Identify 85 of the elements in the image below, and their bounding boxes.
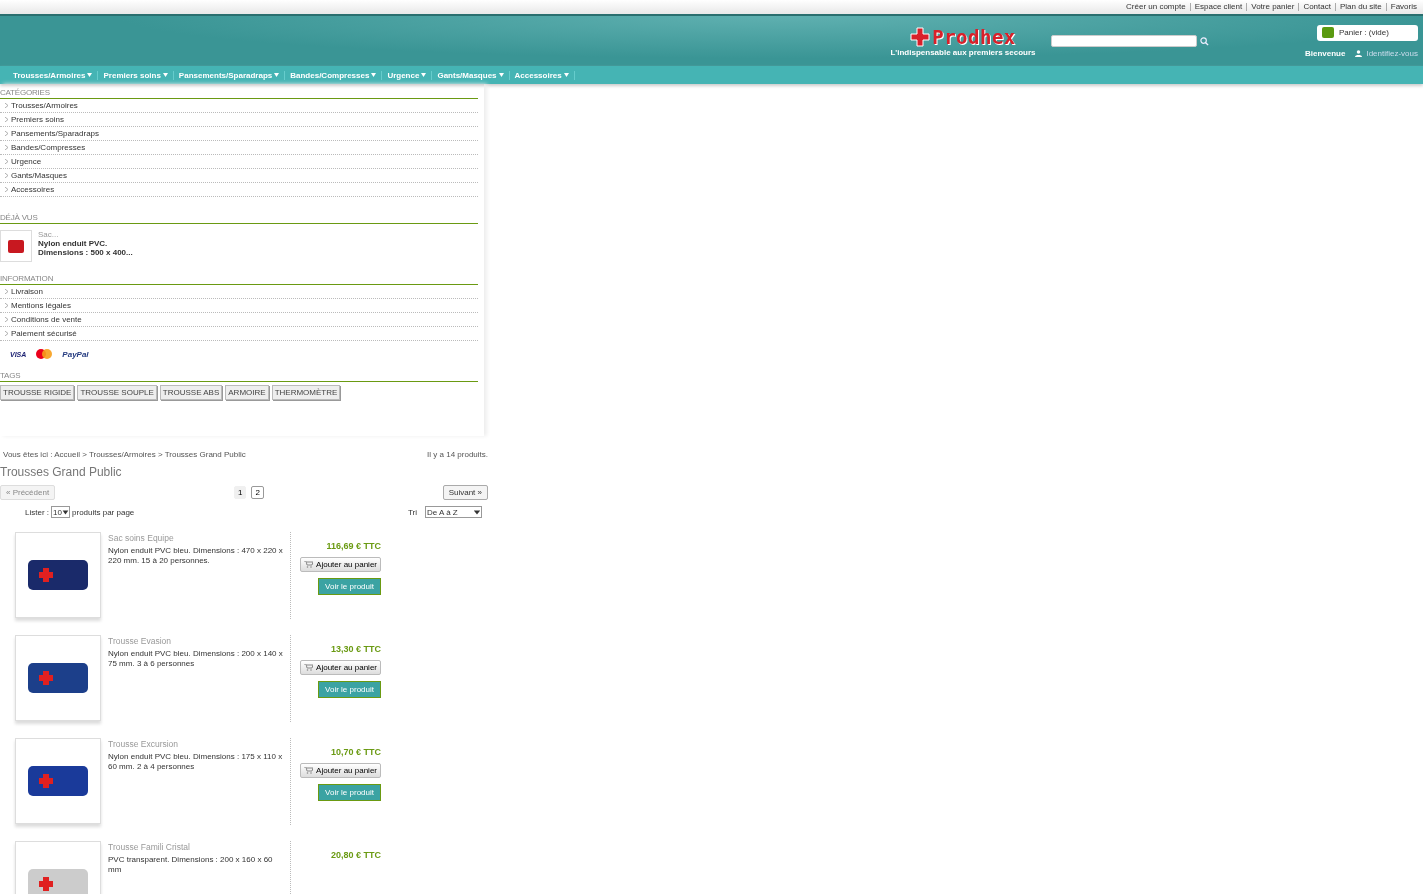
info-link[interactable]: Conditions de vente — [0, 313, 478, 327]
bag-thumbnail[interactable] — [0, 230, 32, 262]
cross-logo-icon — [910, 26, 931, 47]
product-count: Il y a 14 produits. — [427, 450, 488, 459]
block-title: INFORMATION — [0, 270, 478, 285]
caret-icon — [498, 73, 504, 77]
product-description: Nylon enduit PVC bleu. Dimensions : 470 x 220 x 220 mm. 15 à 20 personnes. — [108, 546, 283, 566]
page-heading: Trousses Grand Public — [0, 465, 123, 479]
info-link[interactable]: Mentions légales — [0, 299, 478, 313]
category-link[interactable]: Gants/Masques — [0, 169, 478, 183]
per-page-suffix: produits par page — [72, 507, 135, 517]
chevron-icon — [5, 187, 8, 192]
sort-label: Tri — [407, 507, 417, 517]
category-link[interactable]: Premiers soins — [0, 113, 478, 127]
product-price: 20,80 € TTC — [330, 850, 381, 860]
cart-label: Panier : (vide) — [1339, 28, 1389, 37]
block-title: CATÉGORIES — [0, 84, 478, 99]
welcome-text: Bienvenue — [1304, 48, 1346, 58]
top-link[interactable]: Favoris — [1385, 3, 1421, 11]
top-link[interactable]: Créer un compte — [1122, 3, 1190, 11]
viewed-description: Nylon enduit PVC. Dimensions : 500 x 400... — [38, 239, 134, 257]
sort-select[interactable]: De A à Z — [425, 506, 482, 518]
chevron-icon — [5, 103, 8, 108]
product-price: 13,30 € TTC — [330, 644, 381, 654]
caret-icon — [87, 73, 93, 77]
caret-icon — [421, 73, 427, 77]
add-to-cart-button[interactable]: Ajouter au panier — [300, 660, 381, 675]
per-page-label: Lister : — [25, 507, 49, 517]
product-description: Nylon enduit PVC bleu. Dimensions : 175 x 110 x 60 mm. 2 à 4 personnes — [108, 752, 283, 772]
product-description: Nylon enduit PVC bleu. Dimensions : 200 x 140 x 75 mm. 3 à 6 personnes — [108, 649, 283, 669]
chevron-icon — [5, 303, 8, 308]
chevron-icon — [5, 331, 8, 336]
caret-icon — [563, 73, 569, 77]
category-link[interactable]: Bandes/Compresses — [0, 141, 478, 155]
basket-icon — [1322, 27, 1334, 38]
page-button[interactable]: 1 — [233, 486, 247, 499]
cart-icon — [304, 664, 314, 671]
chevron-icon — [5, 159, 8, 164]
paypal-logo: PayPal — [62, 349, 89, 359]
chevron-icon — [5, 131, 8, 136]
tag[interactable]: ARMOIRE — [225, 385, 269, 400]
chevron-icon — [5, 289, 8, 294]
caret-icon — [162, 73, 168, 77]
product-image[interactable] — [15, 532, 101, 618]
per-page-select[interactable]: 10 — [51, 506, 70, 518]
tag[interactable]: TROUSSE ABS — [159, 385, 223, 400]
tag[interactable]: TROUSSE SOUPLE — [77, 385, 157, 400]
caret-icon — [274, 73, 280, 77]
chevron-icon — [5, 173, 8, 178]
cart-icon — [304, 561, 314, 568]
search-icon[interactable] — [1200, 36, 1209, 46]
next-button[interactable]: Suivant » — [442, 485, 488, 500]
add-to-cart-button[interactable]: Ajouter au panier — [300, 557, 381, 572]
search-field[interactable] — [1051, 35, 1197, 47]
cart-box[interactable]: Panier : (vide) — [1317, 24, 1418, 41]
product-price: 10,70 € TTC — [330, 747, 381, 757]
block-title: DÉJÀ VUS — [0, 209, 478, 224]
block-title: TAGS — [0, 367, 478, 382]
card-logo — [36, 349, 53, 359]
info-link[interactable]: Paiement sécurisé — [0, 327, 478, 341]
chevron-icon — [5, 317, 8, 322]
product-description: PVC transparent. Dimensions : 200 x 160 x 60 mm — [108, 855, 274, 875]
info-link[interactable]: Livraison — [0, 285, 478, 299]
page-button[interactable]: 2 — [251, 486, 264, 499]
tag[interactable]: THERMOMÈTRE — [271, 385, 341, 400]
top-link[interactable]: Espace client — [1189, 3, 1247, 11]
caret-icon — [371, 73, 377, 77]
cart-icon — [304, 767, 314, 774]
chevron-icon — [5, 145, 8, 150]
user-icon — [1355, 49, 1363, 57]
top-link[interactable]: Votre panier — [1246, 3, 1299, 11]
product-price: 116,69 € TTC — [326, 541, 381, 551]
category-link[interactable]: Pansements/Sparadraps — [0, 127, 478, 141]
add-to-cart-button[interactable]: Ajouter au panier — [300, 763, 381, 778]
category-link[interactable]: Trousses/Armoires — [0, 99, 478, 113]
tag[interactable]: TROUSSE RIGIDE — [0, 385, 75, 400]
category-link[interactable]: Urgence — [0, 155, 478, 169]
category-link[interactable]: Accessoires — [0, 183, 478, 197]
product-image[interactable] — [15, 635, 101, 721]
chevron-icon — [5, 117, 8, 122]
breadcrumb: Vous êtes ici : Accueil > Trousses/Armoires > Trousses Grand Public — [3, 450, 246, 459]
top-link[interactable]: Contact — [1298, 3, 1335, 11]
product-image[interactable] — [15, 738, 101, 824]
tagline: L'indispensable aux premiers secours — [890, 47, 1036, 57]
top-link[interactable]: Plan du site — [1334, 3, 1386, 11]
